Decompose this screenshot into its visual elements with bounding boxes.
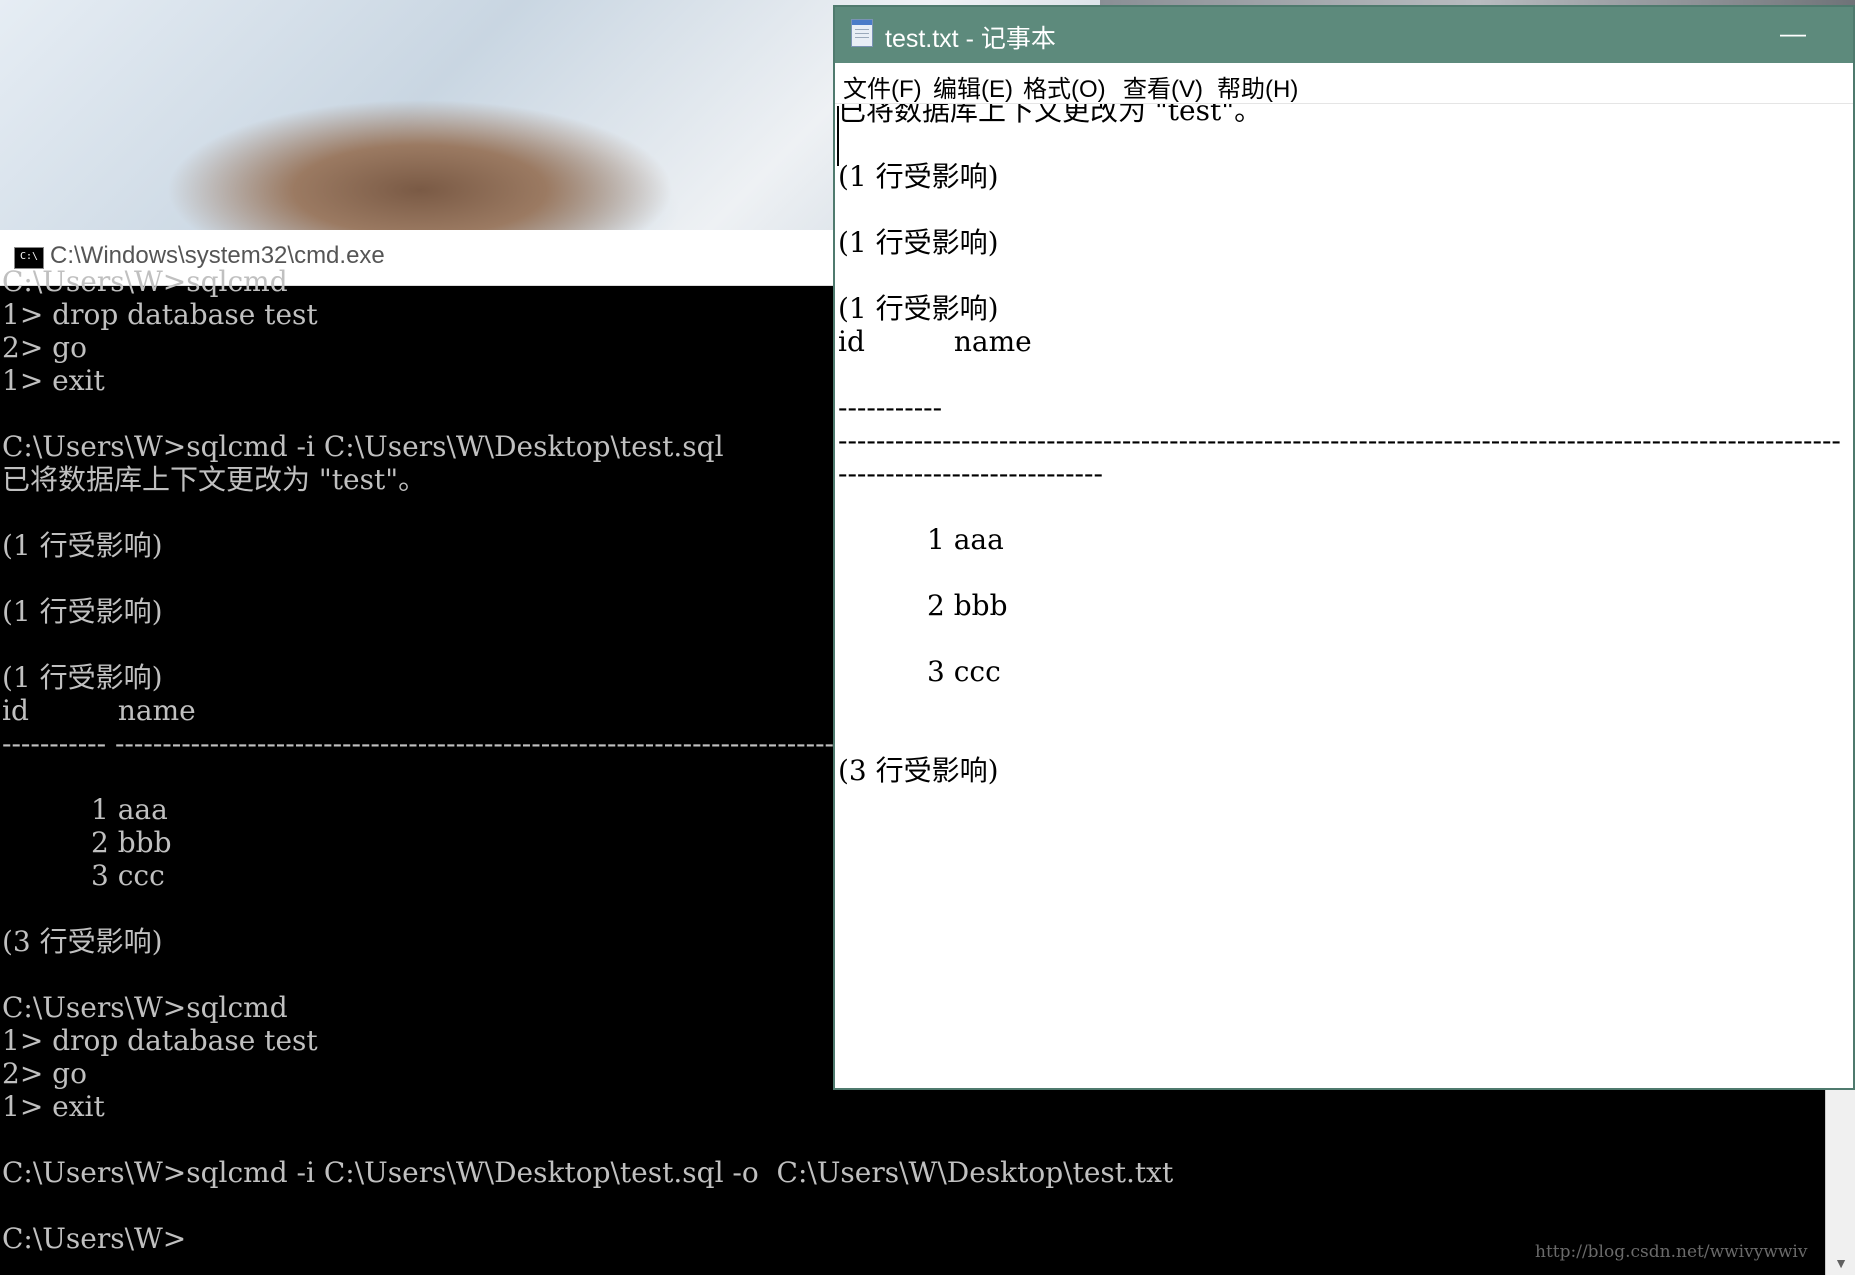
console-line: (1 行受影响) <box>2 529 163 562</box>
notepad-line: ---------------------------- <box>838 457 1103 490</box>
console-line: 已将数据库上下文更改为 "test"。 <box>2 463 427 496</box>
notepad-line: (1 行受影响) <box>838 292 999 325</box>
notepad-window[interactable]: test.txt - 记事本 — 文件(F) 编辑(E) 格式(O) 查看(V)… <box>833 5 1855 1090</box>
notepad-titlebar[interactable]: test.txt - 记事本 — <box>835 7 1853 63</box>
console-line: 1> drop database test <box>2 1024 318 1057</box>
watermark: http://blog.csdn.net/wwivywwiv <box>1535 1242 1808 1262</box>
menu-view[interactable]: 查看(V) <box>1123 69 1203 104</box>
notepad-icon <box>851 19 873 47</box>
console-line: (1 行受影响) <box>2 661 163 694</box>
menu-file[interactable]: 文件(F) <box>843 69 922 104</box>
console-line: (1 行受影响) <box>2 595 163 628</box>
notepad-line: 3 ccc <box>838 655 1001 688</box>
console-line: C:\Users\W> <box>2 1222 187 1255</box>
notepad-line: 1 aaa <box>838 523 1004 556</box>
console-line: id name <box>2 694 196 727</box>
notepad-line: (1 行受影响) <box>838 160 999 193</box>
menu-edit[interactable]: 编辑(E) <box>933 69 1013 104</box>
notepad-line: 2 bbb <box>838 589 1008 622</box>
console-line: 1> exit <box>2 364 105 397</box>
console-line: (3 行受影响) <box>2 925 163 958</box>
menu-format[interactable]: 格式(O) <box>1023 69 1106 104</box>
console-line: C:\Users\W>sqlcmd <box>2 265 288 298</box>
notepad-line: ----------- <box>838 391 943 424</box>
console-line: C:\Users\W>sqlcmd -i C:\Users\W\Desktop\… <box>2 430 724 463</box>
console-line: 2> go <box>2 331 87 364</box>
notepad-text-area[interactable]: 已将数据库上下文更改为 "test"。 (1 行受影响) (1 行受影响) (1 行受… <box>835 104 1853 1088</box>
console-line: 2> go <box>2 1057 87 1090</box>
console-line: 1 aaa <box>2 793 168 826</box>
menu-help[interactable]: 帮助(H) <box>1217 69 1298 104</box>
console-line: 1> exit <box>2 1090 105 1123</box>
console-line: 1> drop database test <box>2 298 318 331</box>
cmd-scrollbar[interactable]: ▼ <box>1825 1090 1855 1275</box>
notepad-line: id name <box>838 325 1032 358</box>
console-line: C:\Users\W>sqlcmd -i C:\Users\W\Desktop\… <box>2 1156 1174 1189</box>
scroll-down-icon[interactable]: ▼ <box>1826 1255 1855 1271</box>
notepad-line: ----------------------------------------… <box>838 424 1841 457</box>
notepad-menubar: 文件(F) 编辑(E) 格式(O) 查看(V) 帮助(H) <box>835 63 1853 104</box>
notepad-line: (3 行受影响) <box>838 754 999 787</box>
minimize-button[interactable]: — <box>1773 15 1813 55</box>
notepad-title: test.txt - 记事本 <box>885 25 1056 53</box>
console-line: 3 ccc <box>2 859 165 892</box>
console-line: 2 bbb <box>2 826 172 859</box>
notepad-line: 已将数据库上下文更改为 "test"。 <box>838 104 1263 127</box>
notepad-line: (1 行受影响) <box>838 226 999 259</box>
console-line: C:\Users\W>sqlcmd <box>2 991 288 1024</box>
